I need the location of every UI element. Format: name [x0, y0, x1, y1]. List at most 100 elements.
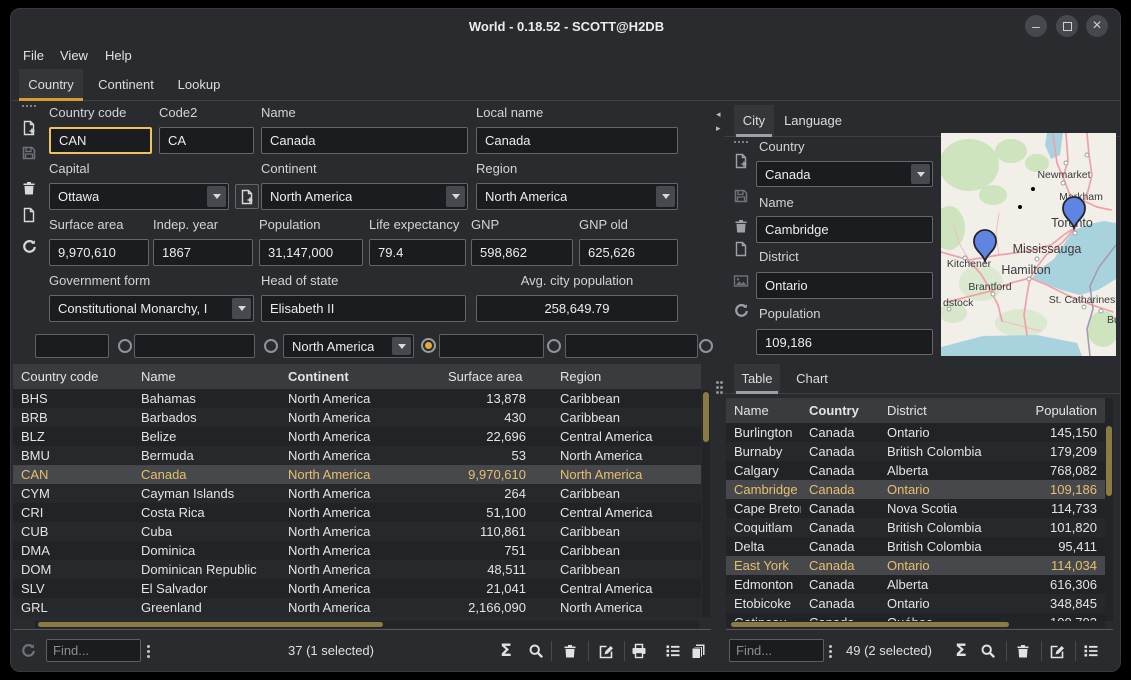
filter-continent-dropdown[interactable]: North America [283, 334, 414, 358]
tab-country[interactable]: Country [19, 69, 83, 100]
filter-surface-area-input[interactable] [439, 334, 544, 358]
code2-input[interactable] [159, 127, 254, 154]
name-input[interactable] [261, 127, 468, 154]
life-expectancy-input[interactable] [369, 239, 466, 266]
column-header-name[interactable]: Name [133, 369, 280, 384]
status-refresh-button[interactable] [19, 642, 37, 660]
copy-record-button[interactable] [20, 206, 38, 224]
table-row[interactable]: BurlingtonCanadaOntario145,150 [726, 423, 1105, 442]
region-dropdown[interactable]: North America [476, 183, 678, 210]
surface-area-input[interactable] [49, 239, 149, 266]
filter-toggle-country-code[interactable] [118, 339, 132, 353]
delete-record-button[interactable] [20, 179, 38, 197]
filter-toggle-region[interactable] [699, 339, 713, 353]
city-table-vscrollbar[interactable] [1105, 398, 1113, 621]
tab-language[interactable]: Language [781, 105, 845, 136]
filter-toggle-surface-area[interactable] [547, 339, 561, 353]
list-view-button[interactable] [1082, 642, 1100, 660]
delete-record-button[interactable] [732, 217, 750, 235]
city-table-hscrollbar[interactable] [726, 621, 1105, 628]
refresh-button[interactable] [20, 238, 38, 256]
tab-table[interactable]: Table [734, 364, 780, 393]
chevron-down-icon[interactable] [911, 164, 930, 184]
find-options-menu[interactable] [829, 645, 832, 648]
scrollbar-thumb[interactable] [38, 622, 383, 627]
table-row[interactable]: BurnabyCanadaBritish Colombia179,209 [726, 442, 1105, 461]
country-table-vscrollbar[interactable] [702, 390, 710, 617]
print-button[interactable] [630, 642, 648, 660]
chevron-down-icon[interactable] [207, 186, 226, 207]
table-row[interactable]: CUBCubaNorth America110,861Caribbean [13, 522, 701, 541]
country-code-input[interactable] [49, 127, 152, 154]
column-header-country[interactable]: Country [801, 403, 879, 418]
search-button[interactable] [527, 642, 545, 660]
goto-capital-button[interactable] [235, 184, 259, 209]
column-header-continent[interactable]: Continent [280, 369, 440, 384]
population-input[interactable] [259, 239, 363, 266]
column-header-population[interactable]: Population [1015, 403, 1105, 418]
chevron-down-icon[interactable] [446, 186, 465, 207]
find-input[interactable] [46, 639, 141, 662]
table-row[interactable]: EtobicokeCanadaOntario348,845 [726, 594, 1105, 613]
scrollbar-thumb[interactable] [1106, 426, 1112, 496]
search-button[interactable] [979, 642, 997, 660]
delete-rows-button[interactable] [561, 642, 579, 660]
table-row[interactable]: CalgaryCanadaAlberta768,082 [726, 461, 1105, 480]
table-row[interactable]: CambridgeCanadaOntario109,186 [726, 480, 1105, 499]
chevron-down-icon[interactable] [392, 337, 411, 355]
splitter-drag-handle[interactable] [716, 381, 719, 384]
local-name-input[interactable] [476, 127, 678, 154]
new-record-button[interactable] [20, 119, 38, 137]
minimize-button[interactable]: – [1025, 15, 1047, 37]
map-view-button[interactable] [732, 272, 750, 290]
column-header-country-code[interactable]: Country code [13, 369, 133, 384]
list-view-button[interactable] [664, 642, 682, 660]
government-form-dropdown[interactable]: Constitutional Monarchy, I [49, 295, 254, 322]
table-row[interactable]: CRICosta RicaNorth America51,100Central … [13, 503, 701, 522]
column-header-region[interactable]: Region [552, 369, 701, 384]
tab-continent[interactable]: Continent [93, 69, 159, 100]
edit-button[interactable] [1048, 642, 1066, 660]
capital-dropdown[interactable]: Ottawa [49, 183, 229, 210]
column-header-district[interactable]: District [879, 403, 1015, 418]
splitter-collapse-left-button[interactable]: ◂ [716, 109, 721, 119]
gnp-input[interactable] [471, 239, 573, 266]
map[interactable]: Newmarket Markham Toronto Mississauga Ki… [941, 133, 1116, 356]
tab-lookup[interactable]: Lookup [169, 69, 229, 100]
table-row[interactable]: DMADominicaNorth America751Caribbean [13, 541, 701, 560]
city-name-input[interactable] [756, 216, 933, 243]
table-row[interactable]: BLZBelizeNorth America22,696Central Amer… [13, 427, 701, 446]
filter-region-input[interactable] [565, 334, 698, 358]
close-button[interactable]: × [1086, 15, 1108, 37]
toolbar-drag-handle[interactable] [734, 141, 736, 143]
head-of-state-input[interactable] [261, 295, 466, 322]
save-button[interactable] [20, 144, 38, 162]
table-row[interactable]: BHSBahamasNorth America13,878Caribbean [13, 389, 701, 408]
table-row[interactable]: Cape BretonCanadaNova Scotia114,733 [726, 499, 1105, 518]
indep-year-input[interactable] [153, 239, 253, 266]
splitter-collapse-right-button[interactable]: ▸ [716, 123, 721, 133]
tab-chart[interactable]: Chart [790, 364, 834, 393]
table-row[interactable]: CYMCayman IslandsNorth America264Caribbe… [13, 484, 701, 503]
tab-city[interactable]: City [734, 105, 774, 136]
table-row[interactable]: SLVEl SalvadorNorth America21,041Central… [13, 579, 701, 598]
scrollbar-thumb[interactable] [731, 622, 1009, 627]
filter-country-code-input[interactable] [35, 334, 109, 358]
refresh-button[interactable] [732, 302, 750, 320]
save-button[interactable] [732, 187, 750, 205]
maximize-button[interactable] [1056, 15, 1078, 37]
chevron-down-icon[interactable] [232, 298, 251, 319]
table-row[interactable]: CoquitlamCanadaBritish Colombia101,820 [726, 518, 1105, 537]
titlebar[interactable]: World - 0.18.52 - SCOTT@H2DB [11, 9, 1121, 43]
toolbar-drag-handle[interactable] [22, 105, 24, 107]
table-row[interactable]: GatineauCanadaQuébec100,702 [726, 613, 1105, 621]
table-row[interactable]: EdmontonCanadaAlberta616,306 [726, 575, 1105, 594]
city-population-input[interactable] [756, 329, 933, 355]
menu-view[interactable]: View [56, 43, 92, 69]
table-row[interactable]: DOMDominican RepublicNorth America48,511… [13, 560, 701, 579]
filter-toggle-continent-active[interactable] [421, 338, 436, 353]
column-header-surface-area[interactable]: Surface area [440, 369, 552, 384]
filter-toggle-name[interactable] [264, 339, 278, 353]
continent-dropdown[interactable]: North America [261, 183, 468, 210]
city-country-dropdown[interactable]: Canada [756, 161, 933, 187]
